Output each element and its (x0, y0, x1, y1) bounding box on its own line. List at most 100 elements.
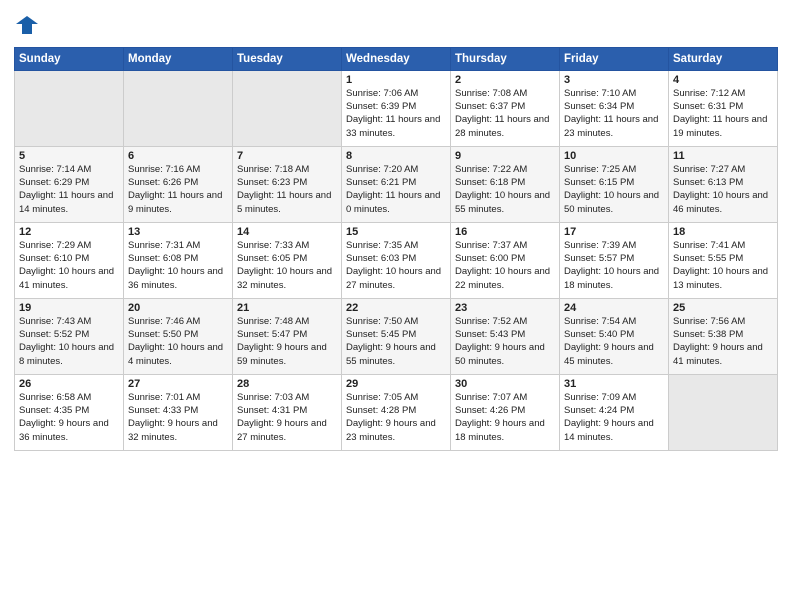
calendar-header: SundayMondayTuesdayWednesdayThursdayFrid… (15, 47, 778, 70)
day-cell: 27Sunrise: 7:01 AMSunset: 4:33 PMDayligh… (124, 374, 233, 450)
day-number: 5 (19, 150, 119, 162)
day-cell: 23Sunrise: 7:52 AMSunset: 5:43 PMDayligh… (451, 298, 560, 374)
day-number: 30 (455, 378, 555, 390)
day-cell: 21Sunrise: 7:48 AMSunset: 5:47 PMDayligh… (233, 298, 342, 374)
day-number: 18 (673, 226, 773, 238)
day-info: Sunrise: 7:25 AMSunset: 6:15 PMDaylight:… (564, 163, 664, 216)
day-of-week-thursday: Thursday (451, 47, 560, 70)
day-of-week-monday: Monday (124, 47, 233, 70)
day-number: 20 (128, 302, 228, 314)
day-cell: 29Sunrise: 7:05 AMSunset: 4:28 PMDayligh… (342, 374, 451, 450)
day-cell: 24Sunrise: 7:54 AMSunset: 5:40 PMDayligh… (560, 298, 669, 374)
day-info: Sunrise: 7:33 AMSunset: 6:05 PMDaylight:… (237, 239, 337, 292)
calendar-table: SundayMondayTuesdayWednesdayThursdayFrid… (14, 47, 778, 451)
day-cell: 7Sunrise: 7:18 AMSunset: 6:23 PMDaylight… (233, 146, 342, 222)
day-of-week-sunday: Sunday (15, 47, 124, 70)
calendar-body: 1Sunrise: 7:06 AMSunset: 6:39 PMDaylight… (15, 70, 778, 450)
day-cell: 2Sunrise: 7:08 AMSunset: 6:37 PMDaylight… (451, 70, 560, 146)
day-info: Sunrise: 7:14 AMSunset: 6:29 PMDaylight:… (19, 163, 119, 216)
day-number: 24 (564, 302, 664, 314)
day-info: Sunrise: 7:12 AMSunset: 6:31 PMDaylight:… (673, 87, 773, 140)
day-info: Sunrise: 7:54 AMSunset: 5:40 PMDaylight:… (564, 315, 664, 368)
day-number: 14 (237, 226, 337, 238)
day-info: Sunrise: 7:22 AMSunset: 6:18 PMDaylight:… (455, 163, 555, 216)
day-cell: 22Sunrise: 7:50 AMSunset: 5:45 PMDayligh… (342, 298, 451, 374)
day-number: 16 (455, 226, 555, 238)
day-cell: 4Sunrise: 7:12 AMSunset: 6:31 PMDaylight… (669, 70, 778, 146)
day-number: 4 (673, 74, 773, 86)
day-cell: 16Sunrise: 7:37 AMSunset: 6:00 PMDayligh… (451, 222, 560, 298)
day-cell: 8Sunrise: 7:20 AMSunset: 6:21 PMDaylight… (342, 146, 451, 222)
day-number: 25 (673, 302, 773, 314)
logo-text (14, 14, 38, 41)
day-cell: 10Sunrise: 7:25 AMSunset: 6:15 PMDayligh… (560, 146, 669, 222)
day-info: Sunrise: 7:18 AMSunset: 6:23 PMDaylight:… (237, 163, 337, 216)
header (14, 10, 778, 41)
day-info: Sunrise: 7:08 AMSunset: 6:37 PMDaylight:… (455, 87, 555, 140)
day-info: Sunrise: 7:06 AMSunset: 6:39 PMDaylight:… (346, 87, 446, 140)
day-cell: 9Sunrise: 7:22 AMSunset: 6:18 PMDaylight… (451, 146, 560, 222)
day-of-week-wednesday: Wednesday (342, 47, 451, 70)
day-number: 13 (128, 226, 228, 238)
day-info: Sunrise: 6:58 AMSunset: 4:35 PMDaylight:… (19, 391, 119, 444)
day-cell: 19Sunrise: 7:43 AMSunset: 5:52 PMDayligh… (15, 298, 124, 374)
logo-bird-icon (16, 14, 38, 36)
day-info: Sunrise: 7:27 AMSunset: 6:13 PMDaylight:… (673, 163, 773, 216)
day-cell (124, 70, 233, 146)
week-row-5: 26Sunrise: 6:58 AMSunset: 4:35 PMDayligh… (15, 374, 778, 450)
day-number: 23 (455, 302, 555, 314)
day-number: 27 (128, 378, 228, 390)
day-number: 1 (346, 74, 446, 86)
day-number: 2 (455, 74, 555, 86)
day-cell: 30Sunrise: 7:07 AMSunset: 4:26 PMDayligh… (451, 374, 560, 450)
day-info: Sunrise: 7:48 AMSunset: 5:47 PMDaylight:… (237, 315, 337, 368)
day-number: 26 (19, 378, 119, 390)
day-cell (669, 374, 778, 450)
day-info: Sunrise: 7:43 AMSunset: 5:52 PMDaylight:… (19, 315, 119, 368)
day-cell: 1Sunrise: 7:06 AMSunset: 6:39 PMDaylight… (342, 70, 451, 146)
day-cell: 14Sunrise: 7:33 AMSunset: 6:05 PMDayligh… (233, 222, 342, 298)
day-info: Sunrise: 7:39 AMSunset: 5:57 PMDaylight:… (564, 239, 664, 292)
day-of-week-saturday: Saturday (669, 47, 778, 70)
day-number: 22 (346, 302, 446, 314)
day-info: Sunrise: 7:37 AMSunset: 6:00 PMDaylight:… (455, 239, 555, 292)
day-cell (233, 70, 342, 146)
day-cell: 11Sunrise: 7:27 AMSunset: 6:13 PMDayligh… (669, 146, 778, 222)
day-number: 31 (564, 378, 664, 390)
day-number: 21 (237, 302, 337, 314)
page: SundayMondayTuesdayWednesdayThursdayFrid… (0, 0, 792, 612)
days-of-week-row: SundayMondayTuesdayWednesdayThursdayFrid… (15, 47, 778, 70)
day-number: 6 (128, 150, 228, 162)
day-info: Sunrise: 7:16 AMSunset: 6:26 PMDaylight:… (128, 163, 228, 216)
day-info: Sunrise: 7:35 AMSunset: 6:03 PMDaylight:… (346, 239, 446, 292)
day-number: 10 (564, 150, 664, 162)
day-cell: 28Sunrise: 7:03 AMSunset: 4:31 PMDayligh… (233, 374, 342, 450)
day-number: 29 (346, 378, 446, 390)
day-cell: 25Sunrise: 7:56 AMSunset: 5:38 PMDayligh… (669, 298, 778, 374)
day-info: Sunrise: 7:52 AMSunset: 5:43 PMDaylight:… (455, 315, 555, 368)
day-info: Sunrise: 7:10 AMSunset: 6:34 PMDaylight:… (564, 87, 664, 140)
day-cell: 5Sunrise: 7:14 AMSunset: 6:29 PMDaylight… (15, 146, 124, 222)
day-of-week-friday: Friday (560, 47, 669, 70)
day-info: Sunrise: 7:01 AMSunset: 4:33 PMDaylight:… (128, 391, 228, 444)
day-info: Sunrise: 7:07 AMSunset: 4:26 PMDaylight:… (455, 391, 555, 444)
day-number: 17 (564, 226, 664, 238)
day-number: 11 (673, 150, 773, 162)
week-row-4: 19Sunrise: 7:43 AMSunset: 5:52 PMDayligh… (15, 298, 778, 374)
day-number: 15 (346, 226, 446, 238)
day-cell: 12Sunrise: 7:29 AMSunset: 6:10 PMDayligh… (15, 222, 124, 298)
day-number: 9 (455, 150, 555, 162)
day-cell: 31Sunrise: 7:09 AMSunset: 4:24 PMDayligh… (560, 374, 669, 450)
day-cell: 18Sunrise: 7:41 AMSunset: 5:55 PMDayligh… (669, 222, 778, 298)
week-row-1: 1Sunrise: 7:06 AMSunset: 6:39 PMDaylight… (15, 70, 778, 146)
logo (14, 14, 38, 41)
day-info: Sunrise: 7:41 AMSunset: 5:55 PMDaylight:… (673, 239, 773, 292)
day-cell: 6Sunrise: 7:16 AMSunset: 6:26 PMDaylight… (124, 146, 233, 222)
day-info: Sunrise: 7:03 AMSunset: 4:31 PMDaylight:… (237, 391, 337, 444)
day-number: 7 (237, 150, 337, 162)
day-number: 19 (19, 302, 119, 314)
day-cell: 15Sunrise: 7:35 AMSunset: 6:03 PMDayligh… (342, 222, 451, 298)
day-cell: 17Sunrise: 7:39 AMSunset: 5:57 PMDayligh… (560, 222, 669, 298)
day-info: Sunrise: 7:09 AMSunset: 4:24 PMDaylight:… (564, 391, 664, 444)
day-info: Sunrise: 7:31 AMSunset: 6:08 PMDaylight:… (128, 239, 228, 292)
